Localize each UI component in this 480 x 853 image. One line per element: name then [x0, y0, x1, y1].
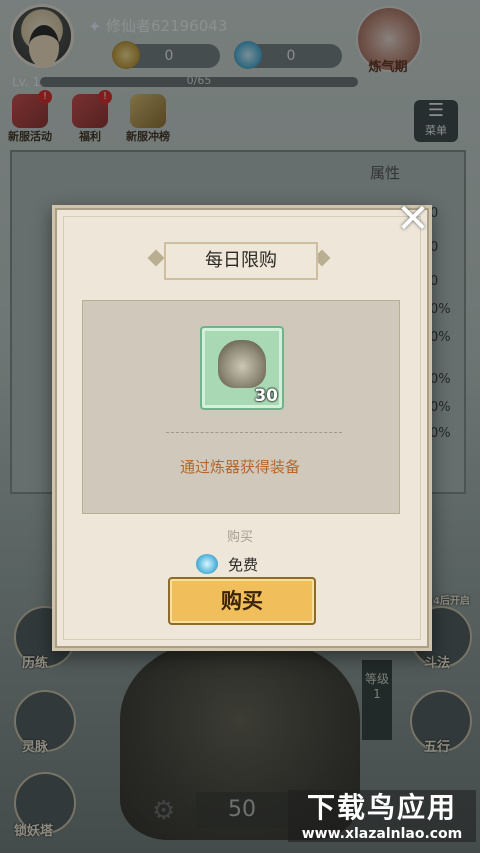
- buy-caption: 购买: [226, 530, 253, 545]
- price: 免费: [196, 553, 284, 575]
- watermark-logo: 下载鸟应用: [288, 790, 476, 826]
- gem-icon: [196, 554, 218, 574]
- item-slot[interactable]: 30: [200, 326, 284, 410]
- incense-burner-icon: [218, 340, 266, 388]
- close-icon[interactable]: ✕: [393, 199, 433, 240]
- item-description: 通过炼器获得装备: [179, 458, 300, 476]
- watermark-url: www.xlazalnlao.com: [288, 826, 476, 842]
- price-text: 免费: [228, 555, 259, 574]
- divider: [166, 432, 342, 433]
- buy-button[interactable]: 购买: [168, 577, 316, 625]
- item-count: 30: [254, 386, 278, 406]
- dialog-title: 每日限购: [164, 242, 318, 280]
